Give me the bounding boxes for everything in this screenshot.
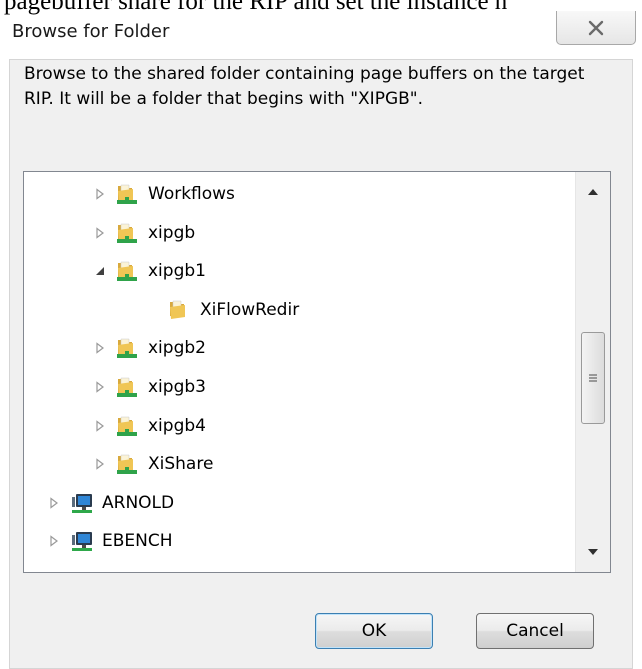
tree-item-label: XiFlowRedir [200,299,300,320]
tree-item-label: xipgb2 [148,338,206,359]
scroll-down-icon [588,549,598,555]
tree-item[interactable]: ARNOLD [46,484,174,522]
tree-item-label: XiShare [148,454,214,475]
collapsed-arrow-icon[interactable] [46,533,62,549]
dialog-description: Browse to the shared folder containing p… [24,64,585,109]
collapsed-arrow-icon[interactable] [46,495,62,511]
folder-tree[interactable]: Workflows xipgb xipgb1 XiFlowRedir xipgb2 xip… [23,171,611,573]
tree-item-label: Workflows [148,184,235,204]
tree-item[interactable]: xipgb2 [92,329,206,367]
collapsed-arrow-icon[interactable] [92,379,108,395]
tree-item[interactable]: xipgb3 [92,368,206,406]
tree-item[interactable]: Workflows [92,175,235,213]
tree-scrollbar[interactable] [575,172,610,572]
close-button[interactable] [556,11,636,45]
scroll-up-button[interactable] [576,172,610,212]
tree-item[interactable]: XiShare [92,445,213,483]
tree-item[interactable]: xipgb4 [92,407,206,445]
collapsed-arrow-icon[interactable] [92,186,108,202]
folder-icon [168,299,190,321]
computer-icon [70,530,92,552]
collapsed-arrow-icon[interactable] [92,456,108,472]
shared-folder-icon [116,415,138,437]
close-icon [588,20,604,35]
tree-item-label: xipgb [148,222,196,243]
scroll-thumb[interactable] [581,332,605,424]
shared-folder-icon [116,183,138,205]
dialog-title: Browse for Folder [12,21,170,42]
tree-item[interactable]: EBENCH [46,522,173,560]
grip-icon [589,374,597,382]
scroll-up-icon [588,189,598,195]
computer-icon [70,492,92,514]
collapsed-arrow-icon[interactable] [92,418,108,434]
scroll-down-button[interactable] [576,532,610,572]
browse-for-folder-dialog: Browse for Folder Browse to the shared f… [0,11,642,669]
tree-item-label: EBENCH [102,531,173,552]
collapsed-arrow-icon[interactable] [92,225,108,241]
cancel-button[interactable]: Cancel [476,613,594,649]
shared-folder-icon [116,260,138,282]
shared-folder-icon [116,337,138,359]
collapsed-arrow-icon[interactable] [92,340,108,356]
expanded-arrow-icon[interactable] [92,263,108,279]
tree-item[interactable]: xipgb [92,214,195,252]
tree-item-label: xipgb4 [148,415,206,436]
shared-folder-icon [116,376,138,398]
tree-item[interactable]: xipgb1 [92,252,206,290]
ok-button[interactable]: OK [315,613,433,649]
shared-folder-icon [116,453,138,475]
shared-folder-icon [116,222,138,244]
document-text-strip: pagebuffer share for the RIP and set the… [4,0,508,15]
tree-item-label: xipgb1 [148,261,206,282]
tree-item[interactable]: XiFlowRedir [144,291,299,329]
tree-item-label: xipgb3 [148,377,206,397]
tree-item-label: ARNOLD [102,492,175,513]
